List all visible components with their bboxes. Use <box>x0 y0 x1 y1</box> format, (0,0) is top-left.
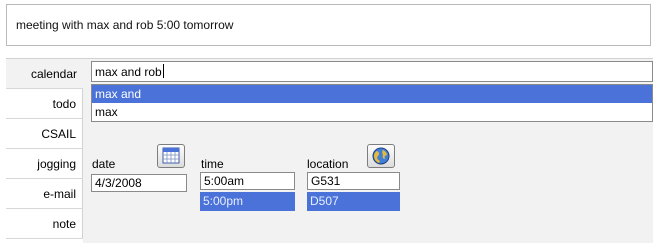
time-option[interactable]: 5:00pm <box>200 192 295 211</box>
globe-icon <box>372 147 390 165</box>
tab-label: jogging <box>37 157 76 171</box>
date-field[interactable]: 4/3/2008 <box>91 174 187 192</box>
autocomplete-item[interactable]: max <box>92 103 652 121</box>
tab-note[interactable]: note <box>6 209 83 239</box>
map-button[interactable] <box>367 144 395 168</box>
calendar-icon <box>162 147 180 164</box>
calendar-button[interactable] <box>157 144 185 168</box>
date-label: date <box>92 157 116 171</box>
tab-csail[interactable]: CSAIL <box>6 119 83 149</box>
location-option[interactable]: D507 <box>307 192 400 211</box>
tab-todo[interactable]: todo <box>6 89 83 119</box>
autocomplete-item[interactable]: max and <box>92 85 652 103</box>
people-input[interactable]: max and rob <box>91 61 653 82</box>
text-caret <box>163 64 164 78</box>
tab-calendar[interactable]: calendar <box>6 59 83 89</box>
autocomplete-list: max and max <box>91 84 653 122</box>
tab-label: note <box>52 217 76 231</box>
tab-jogging[interactable]: jogging <box>6 149 83 179</box>
command-input[interactable]: meeting with max and rob 5:00 tomorrow <box>6 4 651 46</box>
tab-label: todo <box>52 97 76 111</box>
category-tabs: calendar todo CSAIL jogging e-mail note <box>6 58 83 243</box>
tab-label: e-mail <box>43 187 76 201</box>
tab-label: CSAIL <box>41 127 76 141</box>
location-label: location <box>307 157 349 171</box>
time-field[interactable]: 5:00am <box>200 172 295 190</box>
tab-email[interactable]: e-mail <box>6 179 83 209</box>
tab-label: calendar <box>30 67 77 81</box>
time-label: time <box>201 157 224 171</box>
location-field[interactable]: G531 <box>307 172 400 190</box>
people-input-value: max and rob <box>95 65 162 79</box>
command-text: meeting with max and rob 5:00 tomorrow <box>16 18 234 32</box>
